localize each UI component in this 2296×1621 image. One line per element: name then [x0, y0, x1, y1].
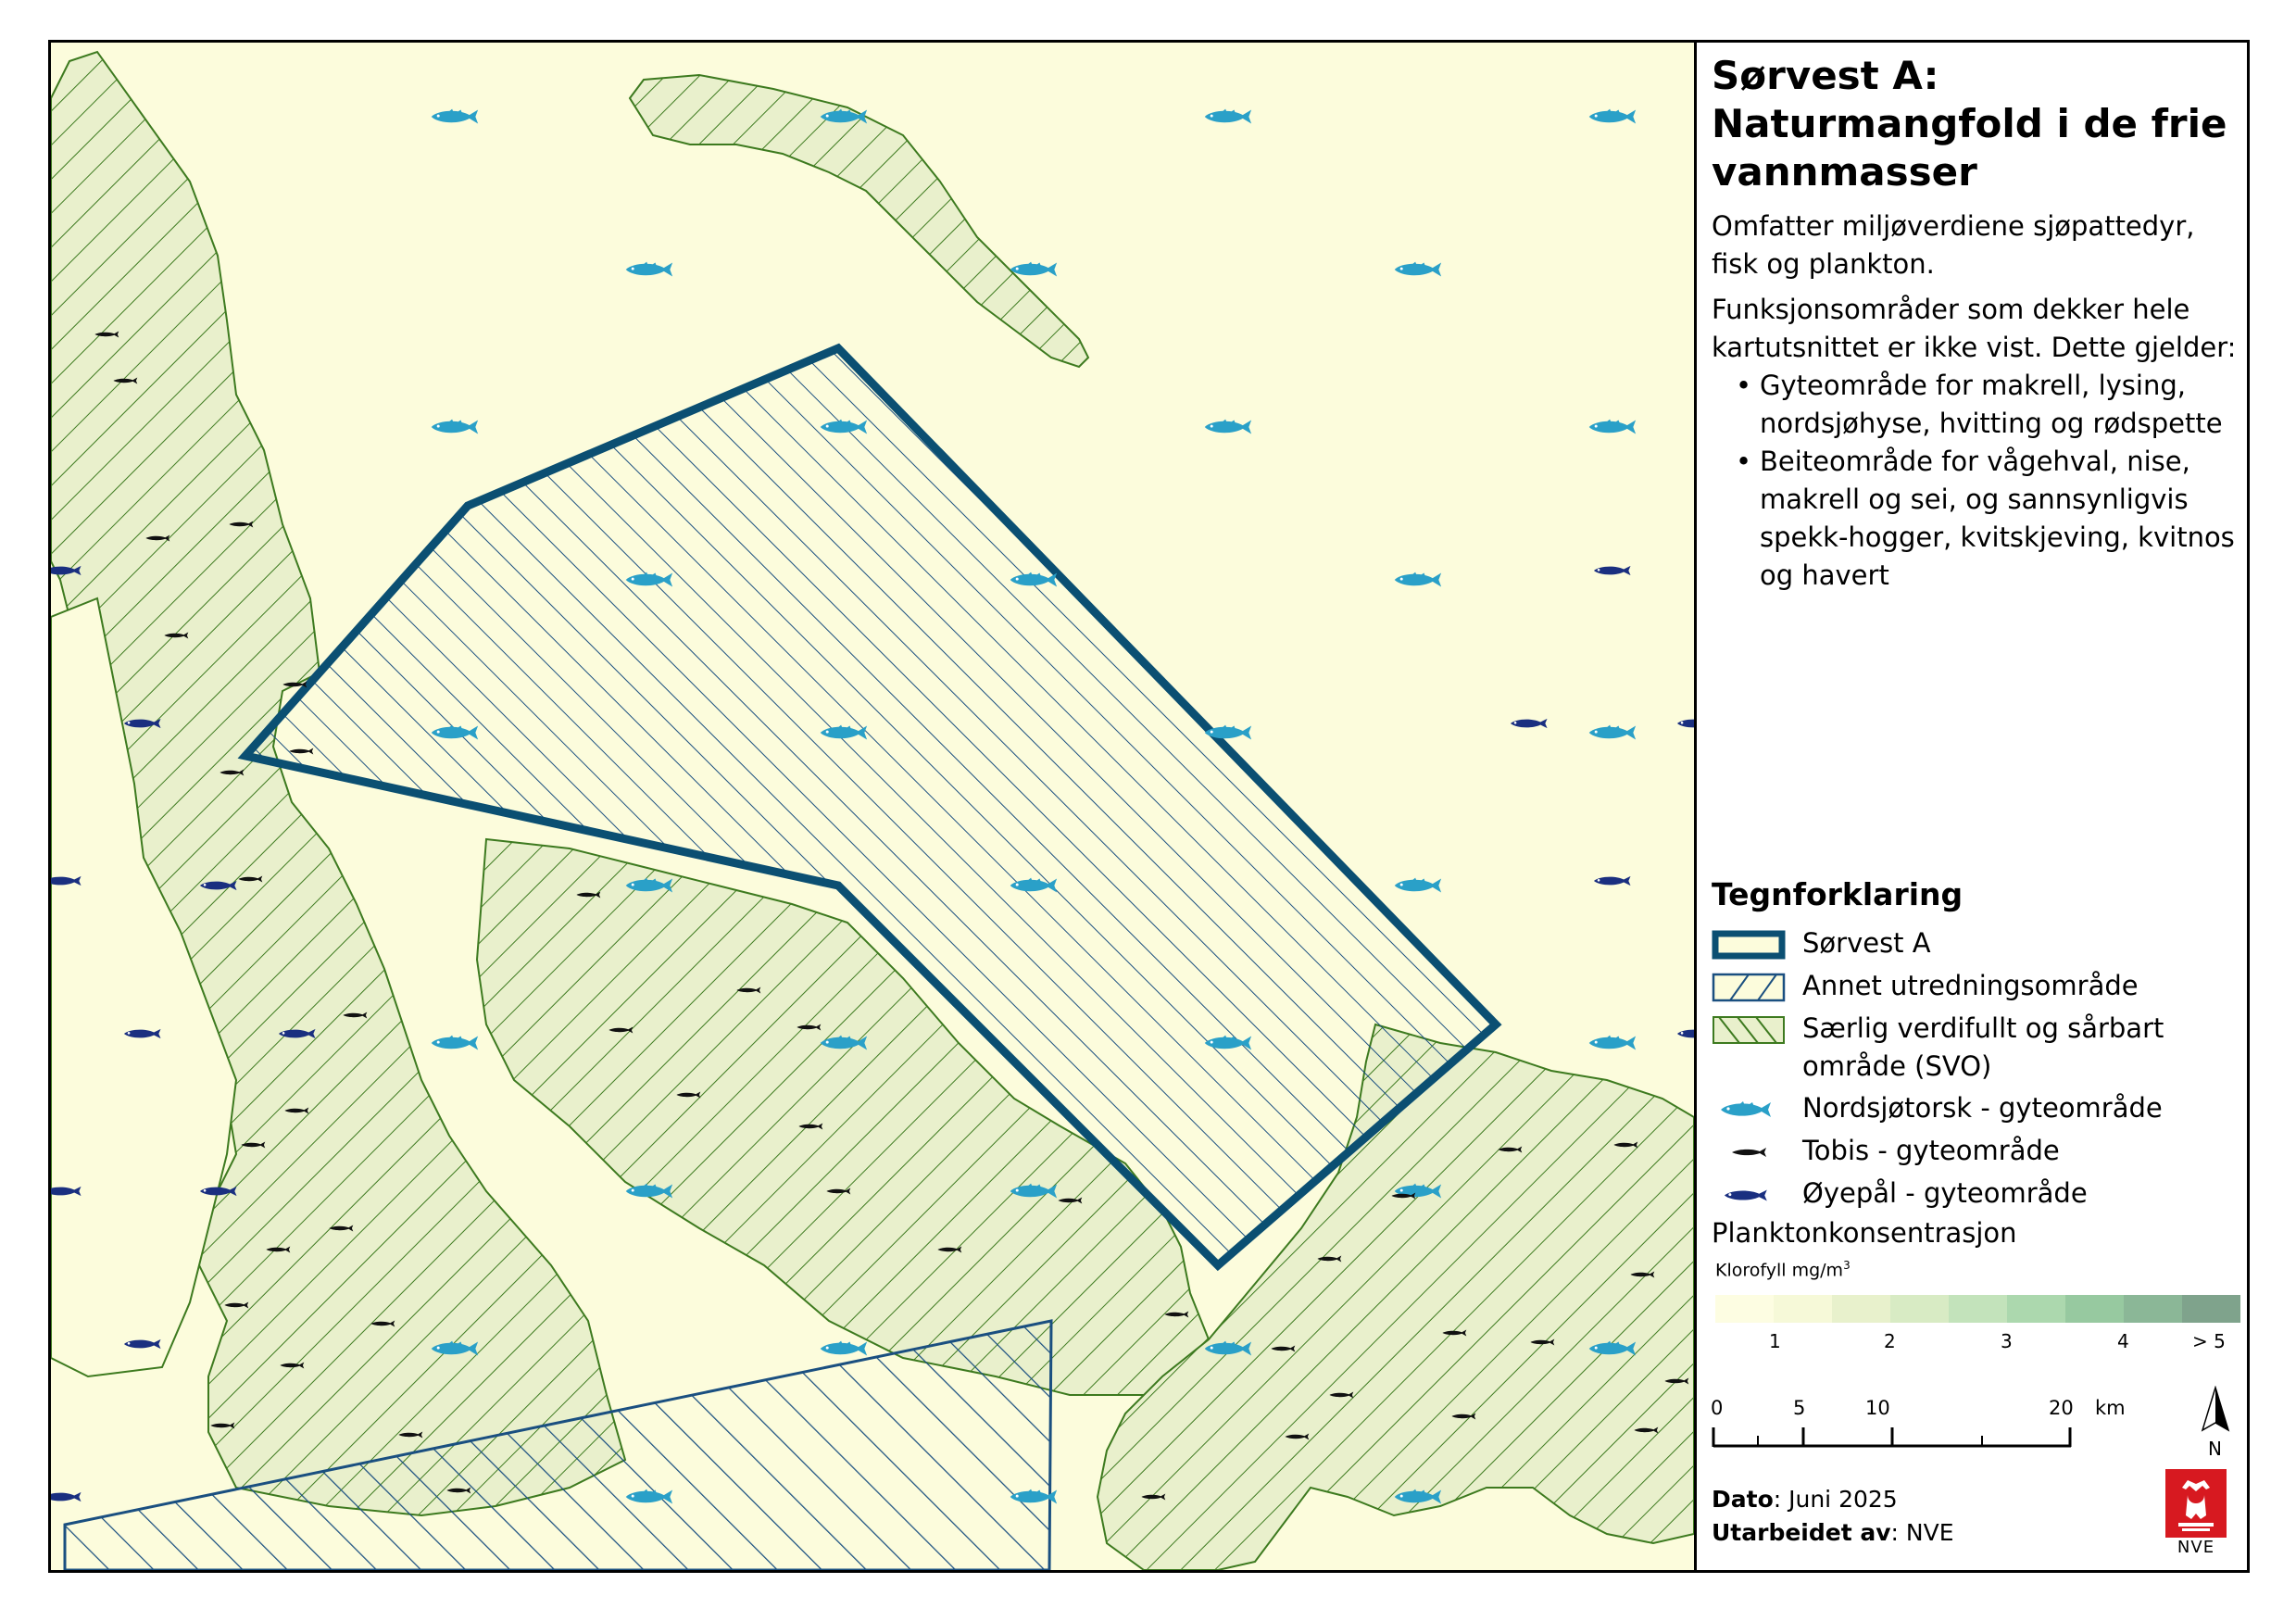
scale-label-20: 20: [2049, 1397, 2074, 1419]
map-canvas: [51, 43, 1694, 1570]
date-line: Dato: Juni 2025: [1712, 1486, 1898, 1513]
ramp-swatch: [2182, 1295, 2240, 1323]
nve-logo-icon: [2165, 1469, 2227, 1538]
blue-hatched-polygon-icon: [1712, 973, 1786, 1002]
legend-item-other-area: Annet utredningsområde: [1712, 967, 2249, 1010]
scale-label-5: 5: [1793, 1397, 1806, 1419]
panel-title-line2: Naturmangfold i de frie: [1712, 101, 2227, 146]
legend-label: Sørvest A: [1802, 927, 1931, 959]
thick-outline-polygon-icon: [1712, 930, 1786, 960]
plankton-title: Planktonkonsentrasjon: [1712, 1217, 2017, 1249]
scale-label-10: 10: [1865, 1397, 1890, 1419]
chlorophyll-text: Klorofyll mg/m: [1715, 1260, 1844, 1281]
legend-item-sorvest-a: Sørvest A: [1712, 924, 2249, 967]
author-label: Utarbeidet av: [1712, 1519, 1891, 1546]
bullet-feeding: Beiteområde for vågehval, nise, makrell …: [1736, 443, 2241, 595]
info-panel: Sørvest A: Naturmangfold i de frie vannm…: [1694, 43, 2247, 1570]
legend-title: Tegnforklaring: [1712, 876, 1964, 912]
ramp-swatch: [1774, 1295, 1832, 1323]
ramp-swatch: [2007, 1295, 2065, 1323]
author-value: : NVE: [1890, 1519, 1954, 1546]
norway-pout-icon: [1724, 1189, 1767, 1201]
nve-logo-text: NVE: [2177, 1538, 2215, 1557]
ramp-swatch: [1890, 1295, 1949, 1323]
ramp-swatch: [1949, 1295, 2007, 1323]
legend-item-cod: Nordsjøtorsk - gyteområde: [1712, 1089, 2249, 1132]
legend-label: Særlig verdifullt og sårbart område (SVO…: [1802, 1012, 2164, 1082]
north-label: N: [2208, 1438, 2222, 1460]
legend-label: Nordsjøtorsk - gyteområde: [1802, 1092, 2163, 1124]
legend-label: Øyepål - gyteområde: [1802, 1177, 2088, 1209]
legend-item-svo: Særlig verdifullt og sårbart område (SVO…: [1712, 1010, 2249, 1087]
ramp-swatch: [2124, 1295, 2182, 1323]
ramp-label-2: 2: [1884, 1330, 1896, 1352]
sandeel-icon: [1732, 1148, 1766, 1157]
ramp-label-5: > 5: [2192, 1330, 2226, 1352]
date-value: : Juni 2025: [1773, 1486, 1898, 1513]
ramp-label-4: 4: [2117, 1330, 2129, 1352]
panel-note: Funksjonsområder som dekker hele kartuts…: [1712, 294, 2237, 363]
panel-title: Sørvest A: Naturmangfold i de frie vannm…: [1712, 52, 2240, 196]
ramp-swatch: [2065, 1295, 2124, 1323]
legend-item-pout: Øyepål - gyteområde: [1712, 1175, 2249, 1217]
scale-label-0: 0: [1711, 1397, 1724, 1419]
chlorophyll-unit-sup: 3: [1843, 1259, 1851, 1272]
legend-label: Annet utredningsområde: [1802, 970, 2139, 1001]
ramp-swatch: [1715, 1295, 1774, 1323]
scale-unit: km: [2095, 1397, 2126, 1419]
nve-logo: NVE: [2165, 1469, 2227, 1558]
panel-title-line3: vannmasser: [1712, 149, 1977, 195]
date-label: Dato: [1712, 1486, 1774, 1513]
ramp-label-3: 3: [2001, 1330, 2013, 1352]
ramp-swatch: [1832, 1295, 1890, 1323]
chlorophyll-label: Klorofyll mg/m3: [1715, 1259, 1851, 1280]
green-hatched-polygon-icon: [1713, 1016, 1785, 1044]
legend-item-sandeel: Tobis - gyteområde: [1712, 1132, 2249, 1175]
scale-bar: [1712, 1427, 2072, 1448]
chlorophyll-color-ramp: [1715, 1295, 2240, 1323]
author-line: Utarbeidet av: NVE: [1712, 1519, 1954, 1546]
panel-title-line1: Sørvest A:: [1712, 53, 1939, 98]
bullet-spawning: Gyteområde for makrell, lysing, nordsjøh…: [1736, 367, 2241, 443]
ramp-label-1: 1: [1769, 1330, 1781, 1352]
panel-description: Omfatter miljøverdiene sjøpattedyr, fisk…: [1712, 210, 2195, 280]
legend-label: Tobis - gyteområde: [1802, 1135, 2060, 1166]
cod-icon: [1721, 1101, 1771, 1117]
map-area: [51, 43, 1694, 1570]
